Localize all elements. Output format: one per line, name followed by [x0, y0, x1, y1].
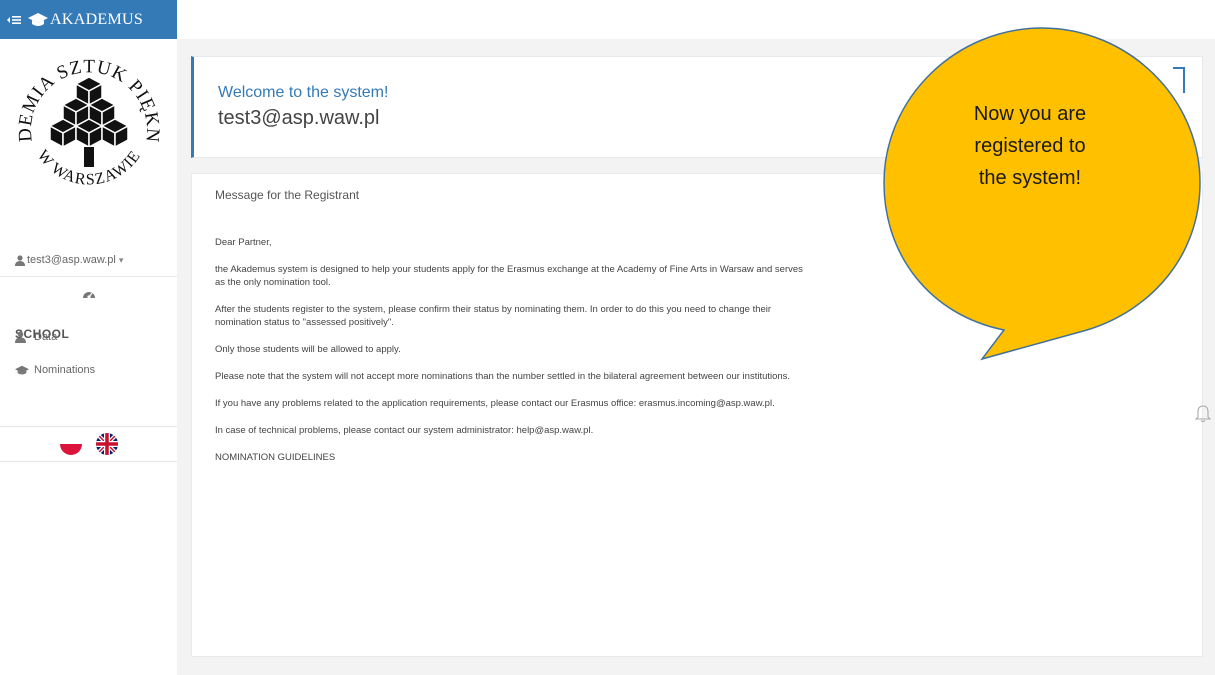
message-paragraph: Please note that the system will not acc…	[215, 371, 791, 382]
academy-logo: AKADEMIA SZTUK PIĘKNYCH W WARSZAWIE	[3, 33, 168, 199]
callout-line: the system!	[978, 167, 1082, 189]
welcome-email: test3@asp.waw.pl	[218, 107, 380, 129]
nomination-guidelines-link[interactable]: NOMINATION GUIDELINES	[215, 451, 815, 464]
language-switcher	[0, 426, 177, 462]
callout-text: Now you are registered to the system!	[900, 98, 1160, 194]
message-paragraph: If you have any problems related to the …	[215, 398, 775, 409]
welcome-title: Welcome to the system!	[218, 84, 389, 101]
message-paragraph: the Akademus system is designed to help …	[215, 264, 803, 288]
message-heading: Message for the Registrant	[215, 188, 360, 202]
poland-flag-icon[interactable]	[59, 433, 82, 455]
sidebar-item-label: Data	[34, 331, 58, 343]
dashboard-icon	[82, 291, 95, 299]
message-body: Dear Partner, the Akademus system is des…	[215, 236, 815, 478]
brand-link[interactable]: AKADEMUS	[28, 11, 143, 29]
sidebar: AKADEMIA SZTUK PIĘKNYCH W WARSZAWIE	[0, 33, 177, 675]
brand-name: AKADEMUS	[50, 10, 144, 28]
caret-down-icon: ▾	[118, 254, 124, 265]
sidebar-item-data[interactable]: Data	[0, 322, 177, 352]
message-paragraph: In case of technical problems, please co…	[215, 425, 594, 436]
message-paragraph: Dear Partner,	[215, 237, 272, 248]
message-paragraph: After the students register to the syste…	[215, 304, 772, 328]
dashboard-link[interactable]	[0, 276, 177, 310]
graduation-cap-icon	[15, 365, 29, 376]
callout-line: Now you are	[973, 103, 1087, 125]
top-bar: AKADEMUS	[0, 0, 177, 39]
user-icon	[15, 331, 29, 343]
bell-icon[interactable]	[1194, 405, 1212, 428]
sidebar-item-nominations[interactable]: Nominations	[0, 355, 177, 385]
mortarboard-icon	[28, 12, 48, 26]
uk-flag-icon[interactable]	[95, 433, 118, 455]
callout-line: registered to	[974, 135, 1086, 157]
message-paragraph: Only those students will be allowed to a…	[215, 344, 401, 355]
user-icon	[15, 254, 25, 266]
user-menu[interactable]: test3@asp.waw.pl ▾	[0, 244, 177, 276]
sidebar-item-label: Nominations	[34, 364, 96, 376]
user-email: test3@asp.waw.pl	[27, 254, 116, 266]
menu-collapse-icon[interactable]	[0, 0, 28, 39]
